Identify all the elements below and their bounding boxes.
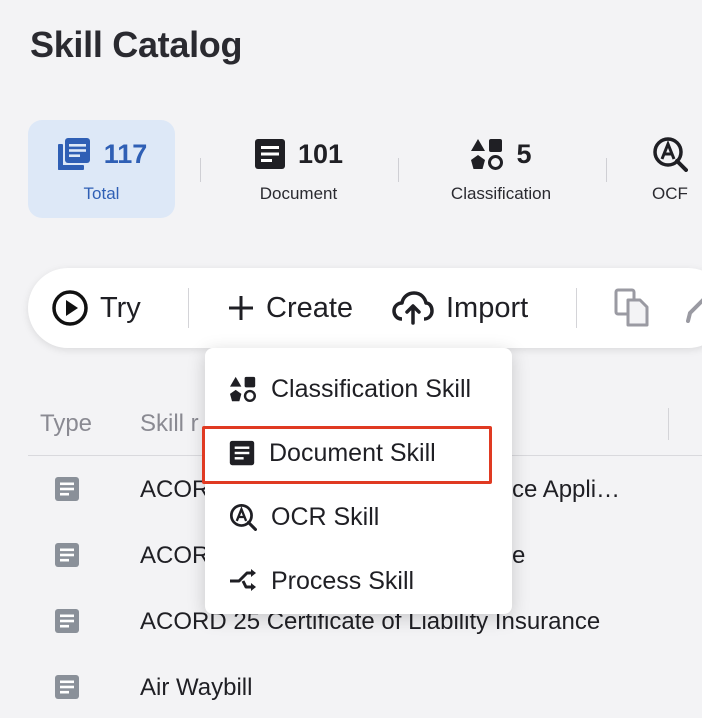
document-icon xyxy=(229,440,255,466)
divider xyxy=(200,158,201,182)
shapes-icon xyxy=(470,138,504,170)
skill-name-tail: e xyxy=(512,542,526,569)
ocr-icon xyxy=(652,136,688,172)
copy-button[interactable] xyxy=(614,268,650,348)
column-header-type[interactable]: Type xyxy=(40,410,92,438)
play-circle-icon xyxy=(52,290,88,326)
stat-document[interactable]: 101 Document xyxy=(226,120,371,218)
ocr-icon xyxy=(229,503,257,531)
skill-name-tail: ce Appli… xyxy=(512,476,621,503)
action-toolbar: Try Create Import xyxy=(28,268,702,348)
stat-total[interactable]: 117 Total xyxy=(28,120,175,218)
copy-icon xyxy=(614,288,650,328)
document-icon xyxy=(54,476,80,502)
edit-icon xyxy=(686,293,702,323)
create-dropdown-menu: Classification Skill Document Skill OCR … xyxy=(202,348,512,614)
stat-total-label: Total xyxy=(83,184,120,203)
menu-item-label: Classification Skill xyxy=(271,374,472,403)
stat-total-value: 117 xyxy=(103,138,148,169)
divider xyxy=(188,288,189,328)
shapes-icon xyxy=(229,376,257,402)
page-title: Skill Catalog xyxy=(30,24,243,65)
menu-item-ocr-skill[interactable]: OCR Skill xyxy=(205,486,512,548)
process-icon xyxy=(229,568,257,594)
stat-ocr-label: OCF xyxy=(652,184,688,203)
catalog-icon xyxy=(56,136,92,172)
menu-item-label: Document Skill xyxy=(269,438,436,467)
plus-icon xyxy=(228,295,254,321)
stat-classification[interactable]: 5 Classification xyxy=(426,120,576,218)
document-icon xyxy=(54,674,80,700)
stat-document-label: Document xyxy=(259,184,338,203)
try-label: Try xyxy=(100,291,141,324)
document-icon xyxy=(54,608,80,634)
menu-item-label: Process Skill xyxy=(271,566,415,595)
column-header-skill-name[interactable]: Skill r xyxy=(140,410,199,438)
stats-bar: 117 Total 101 Document 5 Classification … xyxy=(28,120,702,218)
divider xyxy=(576,288,577,328)
edit-button[interactable] xyxy=(686,268,702,348)
stat-ocr[interactable]: OCF xyxy=(638,120,702,218)
cloud-upload-icon xyxy=(392,291,434,325)
stat-document-value: 101 xyxy=(297,138,344,169)
stat-classification-label: Classification xyxy=(450,184,552,203)
create-label: Create xyxy=(266,291,354,324)
stat-classification-value: 5 xyxy=(516,138,532,169)
table-row[interactable]: Air Waybill xyxy=(28,656,702,718)
divider xyxy=(398,158,399,182)
menu-item-process-skill[interactable]: Process Skill xyxy=(205,550,512,612)
import-button[interactable]: Import xyxy=(392,268,528,348)
skill-name: Air Waybill xyxy=(140,674,253,701)
try-button[interactable]: Try xyxy=(52,268,141,348)
document-icon xyxy=(254,138,286,170)
create-button[interactable]: Create xyxy=(228,268,353,348)
menu-item-document-skill[interactable]: Document Skill xyxy=(205,422,512,484)
column-resize-handle[interactable] xyxy=(668,408,669,440)
document-icon xyxy=(54,542,80,568)
menu-item-classification-skill[interactable]: Classification Skill xyxy=(205,358,512,420)
import-label: Import xyxy=(446,291,529,324)
divider xyxy=(606,158,607,182)
menu-item-label: OCR Skill xyxy=(271,502,380,531)
